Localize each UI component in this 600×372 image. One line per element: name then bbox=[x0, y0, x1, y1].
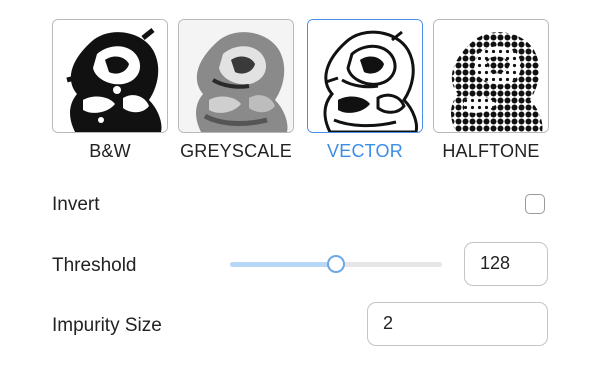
trace-mode-selector: B&W GREYSCALE VECTOR HALFTONE bbox=[52, 19, 552, 169]
mode-greyscale-label: GREYSCALE bbox=[180, 141, 292, 161]
greyscale-preview-thumbnail bbox=[178, 19, 294, 133]
halftone-preview-thumbnail bbox=[433, 19, 549, 133]
vector-preview-thumbnail bbox=[307, 19, 423, 133]
threshold-slider[interactable] bbox=[230, 252, 442, 276]
bw-preview-thumbnail bbox=[52, 19, 168, 133]
mode-greyscale[interactable]: GREYSCALE bbox=[178, 19, 294, 169]
threshold-value-field[interactable]: 128 bbox=[464, 242, 548, 286]
mode-bw-label: B&W bbox=[89, 141, 131, 161]
invert-label: Invert bbox=[52, 194, 100, 215]
threshold-slider-fill bbox=[230, 262, 336, 267]
threshold-label: Threshold bbox=[52, 255, 137, 276]
invert-checkbox[interactable] bbox=[525, 194, 545, 214]
threshold-slider-knob[interactable] bbox=[327, 255, 345, 273]
mode-bw[interactable]: B&W bbox=[52, 19, 168, 169]
mode-vector[interactable]: VECTOR bbox=[307, 19, 423, 169]
impurity-size-label: Impurity Size bbox=[52, 315, 162, 336]
mode-halftone[interactable]: HALFTONE bbox=[433, 19, 549, 169]
mode-halftone-label: HALFTONE bbox=[442, 141, 540, 161]
mode-vector-label: VECTOR bbox=[327, 141, 403, 161]
impurity-size-field[interactable]: 2 bbox=[367, 302, 548, 346]
